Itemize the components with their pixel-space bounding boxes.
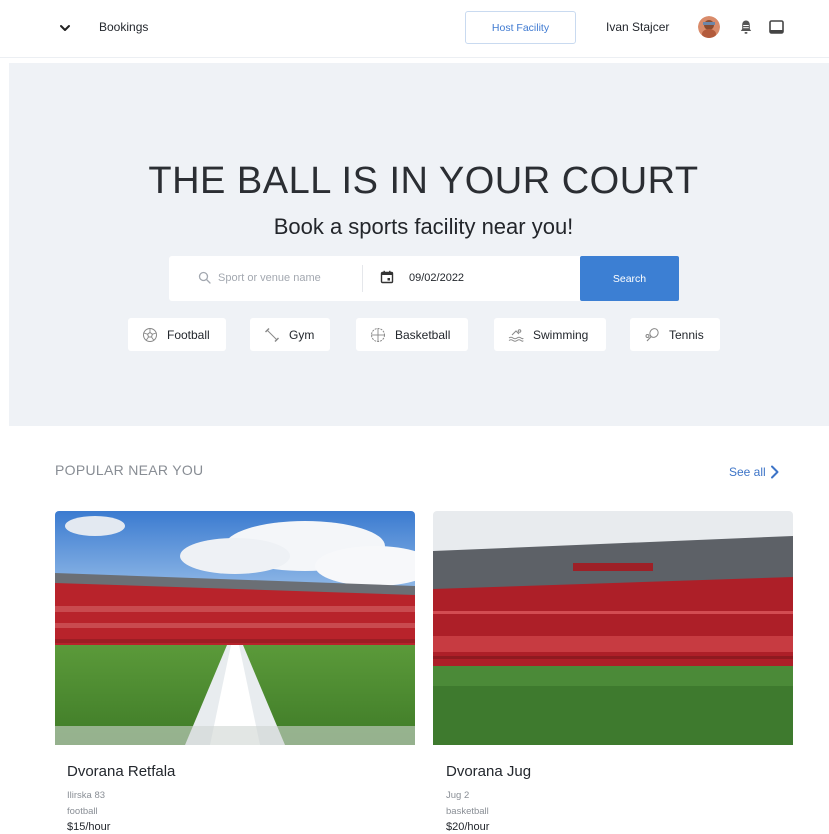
venue-image[interactable] (433, 511, 793, 745)
section-title: POPULAR NEAR YOU (55, 462, 204, 478)
hero-title: THE BALL IS IN YOUR COURT (148, 160, 699, 202)
venue-price: $20/hour (446, 821, 490, 833)
venue-sport: football (67, 806, 98, 817)
category-label: Tennis (669, 327, 704, 342)
category-label: Basketball (395, 327, 451, 342)
see-all-label: See all (729, 465, 766, 479)
football-icon (143, 327, 157, 342)
category-chip-football[interactable]: Football (128, 318, 226, 351)
swimming-icon (508, 328, 524, 342)
search-divider (362, 265, 363, 292)
hero-section (9, 63, 829, 426)
category-label: Swimming (533, 327, 589, 342)
top-navbar: Bookings Host Facility Ivan Stajcer (0, 0, 829, 58)
user-name[interactable]: Ivan Stajcer (606, 20, 669, 34)
venue-image[interactable] (55, 511, 415, 745)
bell-icon[interactable] (738, 19, 754, 35)
category-chip-gym[interactable]: Gym (250, 318, 330, 351)
search-icon (198, 271, 211, 284)
bookings-nav-link[interactable]: Bookings (99, 20, 148, 34)
inbox-icon[interactable] (768, 19, 785, 36)
calendar-icon[interactable] (380, 270, 394, 284)
search-input[interactable] (218, 266, 348, 290)
venue-price: $15/hour (67, 821, 111, 833)
chevron-down-icon[interactable] (57, 20, 73, 36)
date-picker-value[interactable]: 09/02/2022 (409, 272, 464, 284)
category-chip-swimming[interactable]: Swimming (494, 318, 606, 351)
venue-sport: basketball (446, 806, 489, 817)
gym-icon (265, 327, 279, 342)
chevron-right-icon (770, 465, 779, 479)
category-label: Football (167, 327, 210, 342)
category-chip-basketball[interactable]: Basketball (356, 318, 468, 351)
search-button[interactable]: Search (580, 256, 679, 301)
host-facility-button[interactable]: Host Facility (465, 11, 576, 44)
avatar[interactable] (698, 16, 720, 38)
venue-name[interactable]: Dvorana Jug (446, 763, 531, 780)
venue-address: Jug 2 (446, 790, 470, 801)
basketball-icon (371, 327, 385, 342)
category-label: Gym (289, 327, 315, 342)
tennis-icon (645, 327, 659, 341)
venue-address: Ilirska 83 (67, 790, 106, 801)
see-all-link[interactable]: See all (729, 465, 780, 479)
category-chip-tennis[interactable]: Tennis (630, 318, 720, 351)
hero-subtitle: Book a sports facility near you! (273, 214, 574, 239)
venue-name[interactable]: Dvorana Retfala (67, 763, 175, 780)
